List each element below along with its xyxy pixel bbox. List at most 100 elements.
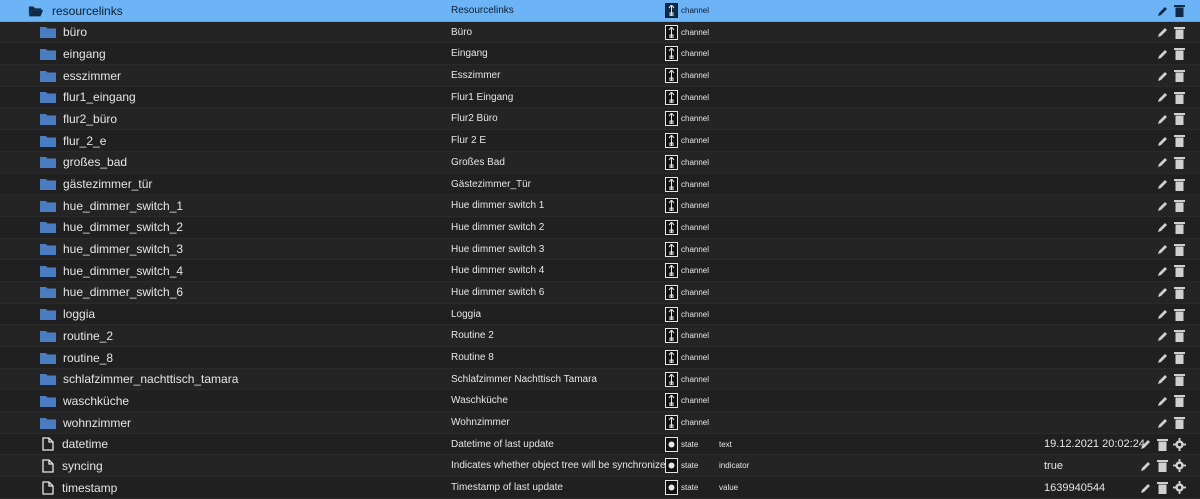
folder-icon[interactable] [40, 174, 56, 195]
folder-icon[interactable] [40, 239, 56, 260]
settings-button[interactable] [1173, 437, 1186, 451]
delete-button[interactable] [1173, 308, 1186, 321]
edit-button[interactable] [1156, 264, 1169, 277]
delete-button[interactable] [1173, 91, 1186, 104]
row-title: Wohnzimmer [451, 417, 510, 429]
settings-button[interactable] [1173, 481, 1186, 495]
tree-row-channel[interactable]: wohnzimmer Wohnzimmer channel [0, 412, 1200, 434]
tree-row-channel[interactable]: büro Büro channel [0, 21, 1200, 44]
delete-button[interactable] [1173, 221, 1186, 234]
delete-button[interactable] [1173, 4, 1186, 17]
tree-row-channel[interactable]: flur_2_e Flur 2 E channel [0, 130, 1200, 152]
folder-icon[interactable] [40, 369, 56, 390]
edit-button[interactable] [1156, 373, 1169, 386]
edit-button[interactable] [1156, 112, 1169, 125]
delete-button[interactable] [1173, 351, 1186, 364]
folder-icon[interactable] [40, 325, 56, 346]
tree-row-channel[interactable]: großes_bad Großes Bad channel [0, 151, 1200, 174]
delete-button[interactable] [1173, 47, 1186, 61]
edit-button[interactable] [1156, 394, 1169, 407]
delete-button[interactable] [1173, 394, 1186, 408]
tree-row-channel[interactable]: hue_dimmer_switch_1 Hue dimmer switch 1 … [0, 195, 1200, 217]
folder-icon[interactable] [40, 304, 56, 325]
edit-button[interactable] [1156, 4, 1169, 17]
edit-button[interactable] [1139, 459, 1152, 472]
delete-button[interactable] [1173, 69, 1186, 83]
delete-button[interactable] [1173, 178, 1186, 191]
delete-button[interactable] [1156, 459, 1169, 473]
edit-button[interactable] [1156, 221, 1169, 234]
tree-row-state[interactable]: timestamp Timestamp of last update state… [0, 477, 1200, 499]
folder-icon[interactable] [40, 65, 56, 86]
folder-icon[interactable] [40, 260, 56, 281]
row-value[interactable]: 1639940544 [1044, 477, 1105, 498]
delete-button[interactable] [1173, 286, 1186, 299]
delete-button[interactable] [1173, 26, 1186, 39]
edit-button[interactable] [1156, 69, 1169, 82]
edit-button[interactable] [1156, 47, 1169, 60]
delete-button[interactable] [1173, 199, 1186, 213]
edit-button[interactable] [1156, 351, 1169, 364]
tree-row-channel[interactable]: flur2_büro Flur2 Büro channel [0, 108, 1200, 131]
delete-button[interactable] [1173, 156, 1186, 169]
delete-button[interactable] [1173, 243, 1186, 256]
edit-button[interactable] [1139, 481, 1152, 494]
gear-icon [1173, 481, 1186, 495]
folder-icon[interactable] [40, 130, 56, 151]
delete-button[interactable] [1156, 438, 1169, 451]
edit-button[interactable] [1156, 329, 1169, 342]
tree-row-channel[interactable]: hue_dimmer_switch_6 Hue dimmer switch 6 … [0, 281, 1200, 304]
row-value[interactable]: 19.12.2021 20:02:24 [1044, 434, 1145, 455]
folder-icon[interactable] [40, 43, 56, 64]
folder-icon[interactable] [40, 152, 56, 173]
folder-icon[interactable] [40, 412, 56, 433]
edit-button[interactable] [1156, 286, 1169, 299]
edit-button[interactable] [1156, 91, 1169, 104]
folder-icon[interactable] [40, 347, 56, 368]
tree-row-channel[interactable]: schlafzimmer_nachttisch_tamara Schlafzim… [0, 368, 1200, 391]
edit-button[interactable] [1156, 416, 1169, 429]
tree-row-channel[interactable]: hue_dimmer_switch_2 Hue dimmer switch 2 … [0, 217, 1200, 239]
tree-row-channel[interactable]: waschküche Waschküche channel [0, 390, 1200, 413]
tree-row-resourcelinks[interactable]: resourcelinks Resourcelinks channel [0, 0, 1200, 22]
row-role: channel [665, 195, 709, 216]
edit-button[interactable] [1156, 178, 1169, 191]
edit-button[interactable] [1156, 243, 1169, 256]
row-name: hue_dimmer_switch_4 [63, 263, 184, 278]
delete-button[interactable] [1173, 416, 1186, 430]
row-value[interactable]: true [1044, 455, 1063, 476]
tree-row-state[interactable]: syncing Indicates whether object tree wi… [0, 455, 1200, 478]
folder-icon[interactable] [40, 22, 56, 43]
folder-open-icon[interactable] [28, 0, 44, 21]
settings-button[interactable] [1173, 459, 1186, 473]
tree-row-channel[interactable]: flur1_eingang Flur1 Eingang channel [0, 87, 1200, 109]
tree-row-channel[interactable]: gästezimmer_tür Gästezimmer_Tür channel [0, 174, 1200, 196]
tree-row-channel[interactable]: routine_2 Routine 2 channel [0, 325, 1200, 347]
tree-row-channel[interactable]: eingang Eingang channel [0, 43, 1200, 66]
delete-button[interactable] [1173, 134, 1186, 148]
folder-icon[interactable] [40, 108, 56, 129]
channel-role-icon [665, 306, 678, 322]
delete-button[interactable] [1173, 329, 1186, 343]
tree-row-channel[interactable]: hue_dimmer_switch_3 Hue dimmer switch 3 … [0, 238, 1200, 261]
folder-icon[interactable] [40, 87, 56, 108]
edit-button[interactable] [1156, 26, 1169, 39]
delete-button[interactable] [1173, 373, 1186, 386]
edit-button[interactable] [1156, 308, 1169, 321]
delete-button[interactable] [1173, 112, 1186, 126]
folder-icon[interactable] [40, 195, 56, 216]
delete-button[interactable] [1173, 264, 1186, 278]
tree-row-channel[interactable]: hue_dimmer_switch_4 Hue dimmer switch 4 … [0, 260, 1200, 282]
edit-button[interactable] [1156, 156, 1169, 169]
edit-button[interactable] [1156, 199, 1169, 212]
edit-button[interactable] [1139, 438, 1152, 451]
tree-row-state[interactable]: datetime Datetime of last update state t… [0, 434, 1200, 456]
folder-icon[interactable] [40, 282, 56, 303]
tree-row-channel[interactable]: esszimmer Esszimmer channel [0, 65, 1200, 87]
tree-row-channel[interactable]: loggia Loggia channel [0, 304, 1200, 326]
folder-icon[interactable] [40, 217, 56, 238]
folder-icon[interactable] [40, 390, 56, 411]
tree-row-channel[interactable]: routine_8 Routine 8 channel [0, 347, 1200, 369]
delete-button[interactable] [1156, 481, 1169, 495]
edit-button[interactable] [1156, 134, 1169, 147]
